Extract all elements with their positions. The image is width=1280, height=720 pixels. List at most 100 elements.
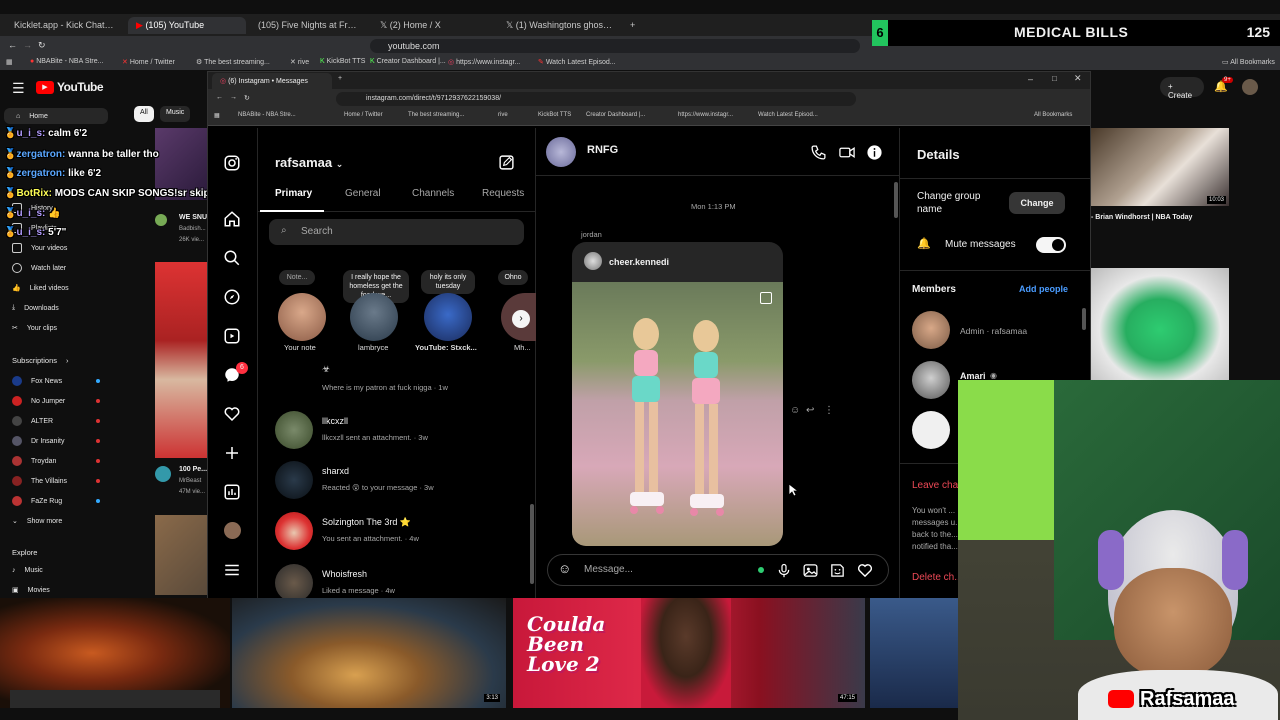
sub-fox-news[interactable]: Fox News — [0, 373, 112, 389]
video-thumbnail[interactable] — [1091, 268, 1229, 380]
explore-icon[interactable] — [223, 288, 241, 306]
sub-troydan[interactable]: Troydan — [0, 453, 112, 469]
explore-movies[interactable]: ▣ Movies — [0, 582, 112, 598]
emoji-icon[interactable]: ☺ — [558, 561, 571, 576]
bookmark-streaming[interactable]: ⚙ The best streaming... — [196, 58, 270, 66]
sidebar-item-home[interactable]: ⌂ Home — [4, 108, 108, 124]
all-bookmarks[interactable]: All Bookmarks — [1034, 112, 1072, 118]
tab-requests[interactable]: Requests — [482, 188, 524, 199]
explore-music[interactable]: ♪ Music — [0, 562, 112, 578]
info-icon[interactable] — [866, 144, 883, 161]
instagram-logo-icon[interactable] — [223, 154, 241, 172]
reply-icon[interactable]: ↩ — [806, 405, 814, 416]
video-thumbnail[interactable] — [155, 515, 207, 595]
outer-tab-youtube[interactable]: ▶ (105) YouTube — [128, 17, 246, 34]
video-thumbnail[interactable] — [155, 262, 207, 458]
mute-toggle[interactable] — [1036, 237, 1066, 253]
sub-villains[interactable]: The Villains — [0, 473, 112, 489]
bookmark-watch[interactable]: ✎ Watch Latest Episod... — [538, 58, 616, 66]
more-menu-icon[interactable] — [223, 561, 241, 579]
sidebar-item-liked[interactable]: 👍 Liked videos — [0, 280, 112, 296]
change-button[interactable]: Change — [1009, 192, 1065, 214]
chip-all[interactable]: All — [134, 106, 154, 122]
bookmark-twitter[interactable]: ✕ Home / Twitter — [122, 58, 175, 66]
tab-channels[interactable]: Channels — [412, 188, 454, 199]
delete-chat-button[interactable]: Delete ch... — [912, 572, 963, 583]
subscriptions-heading[interactable]: Subscriptions › — [0, 352, 112, 368]
close-window-icon[interactable]: ✕ — [1074, 73, 1082, 84]
heart-icon[interactable] — [856, 562, 874, 579]
back-icon[interactable]: ← — [8, 40, 17, 50]
bookmark-twitter[interactable]: Home / Twitter — [344, 112, 383, 118]
add-people-link[interactable]: Add people — [1019, 284, 1068, 294]
bookmark-rive[interactable]: ✕ rive — [290, 58, 309, 66]
url-field[interactable]: youtube.com — [370, 39, 860, 53]
microphone-icon[interactable] — [776, 562, 792, 579]
chat-title[interactable]: RNFG — [587, 144, 618, 156]
note-bubble[interactable]: Note... — [279, 270, 315, 285]
thread-row[interactable]: llkcxzll llkcxzll sent an attachment. · … — [258, 411, 528, 455]
url-field[interactable]: instagram.com/direct/t/9712937622159038/ — [336, 92, 856, 106]
video-title[interactable]: 100 Pe... — [179, 466, 207, 473]
youtube-logo-icon[interactable]: ▶ — [36, 81, 54, 94]
apps-icon[interactable]: ▦ — [6, 58, 13, 66]
create-button[interactable]: + Create — [1160, 77, 1204, 100]
create-plus-icon[interactable] — [223, 444, 241, 462]
bookmark-rive[interactable]: rive — [498, 112, 508, 118]
profile-avatar[interactable] — [224, 522, 241, 539]
scrollbar[interactable] — [530, 504, 534, 584]
video-thumbnail[interactable]: 10:03 — [1091, 128, 1229, 206]
group-avatar[interactable] — [546, 137, 576, 167]
member-name[interactable]: Admin · rafsamaa — [960, 326, 1027, 336]
note-bubble[interactable]: holy its only tuesday — [421, 270, 475, 294]
forward-icon[interactable]: → — [23, 40, 32, 50]
sub-faze-rug[interactable]: FaZe Rug — [0, 493, 112, 509]
thread-row[interactable]: Whoisfresh Liked a message · 4w — [258, 564, 528, 602]
bookmark-instagram[interactable]: ◎ https://www.instagr... — [448, 58, 520, 66]
bookmark-nbabite[interactable]: NBABite - NBA Stre... — [238, 112, 296, 118]
sub-dr-insanity[interactable]: Dr Insanity — [0, 433, 112, 449]
maximize-icon[interactable]: □ — [1052, 74, 1057, 83]
outer-tab-x-home[interactable]: 𝕏 (2) Home / X — [372, 17, 494, 34]
account-avatar[interactable] — [1242, 79, 1258, 95]
sidebar-item-your-videos[interactable]: Your videos — [0, 240, 112, 256]
bookmark-creator[interactable]: Creator Dashboard |... — [586, 112, 645, 118]
outer-tab-fnaf[interactable]: (105) Five Nights at Freddy's 2 | Offi..… — [250, 17, 368, 34]
thread-row[interactable]: sharxd Reacted 😲 to your message · 3w — [258, 461, 528, 505]
forward-icon[interactable]: → — [230, 94, 237, 101]
video-title[interactable]: - Brian Windhorst | NBA Today — [1091, 214, 1192, 221]
bookmark-instagram[interactable]: https://www.instagr... — [678, 112, 733, 118]
thread-row[interactable]: Solzington The 3rd ⭐ You sent an attachm… — [258, 512, 528, 556]
reels-icon[interactable] — [223, 327, 241, 345]
reload-icon[interactable]: ↻ — [38, 40, 46, 51]
home-icon[interactable] — [223, 210, 241, 228]
sidebar-item-watch-later[interactable]: Watch later — [0, 260, 112, 276]
phone-icon[interactable] — [810, 144, 827, 161]
note-bubble[interactable]: Ohno — [498, 270, 528, 285]
new-tab-button[interactable]: + — [622, 17, 638, 34]
tab-general[interactable]: General — [345, 188, 381, 199]
video-thumbnail[interactable]: Coulda Been Love 2 47:15 — [513, 598, 865, 708]
member-avatar[interactable] — [912, 361, 950, 399]
search-icon[interactable] — [223, 249, 241, 267]
reload-icon[interactable]: ↻ — [244, 94, 250, 102]
bookmark-watch[interactable]: Watch Latest Episod... — [758, 112, 818, 118]
video-thumbnail[interactable]: 3:13 — [232, 598, 506, 708]
outer-tab-washington[interactable]: 𝕏 (1) Washingtons ghost on X: "RIP an... — [498, 17, 620, 34]
react-emoji-icon[interactable]: ☺ — [790, 405, 800, 416]
sub-no-jumper[interactable]: No Jumper — [0, 393, 112, 409]
bookmark-creator[interactable]: K Creator Dashboard |... — [370, 58, 446, 65]
notes-next-button[interactable]: › — [512, 310, 530, 328]
thread-row[interactable]: ☣ Where is my patron at fuck nigga · 1w — [258, 362, 528, 402]
back-icon[interactable]: ← — [216, 94, 223, 101]
all-bookmarks[interactable]: ▭ All Bookmarks — [1222, 58, 1275, 66]
image-icon[interactable] — [802, 562, 819, 579]
member-avatar[interactable] — [912, 411, 950, 449]
message-composer[interactable]: ☺ Message... — [547, 554, 889, 586]
more-options-icon[interactable]: ⋮ — [824, 405, 834, 416]
post-author-name[interactable]: cheer.kennedi — [609, 257, 669, 267]
channel-avatar[interactable] — [155, 466, 171, 482]
shared-post[interactable]: cheer.kennedi — [572, 242, 783, 546]
sidebar-item-clips[interactable]: ✂ Your clips — [0, 320, 112, 336]
apps-icon[interactable]: ▦ — [214, 112, 220, 119]
